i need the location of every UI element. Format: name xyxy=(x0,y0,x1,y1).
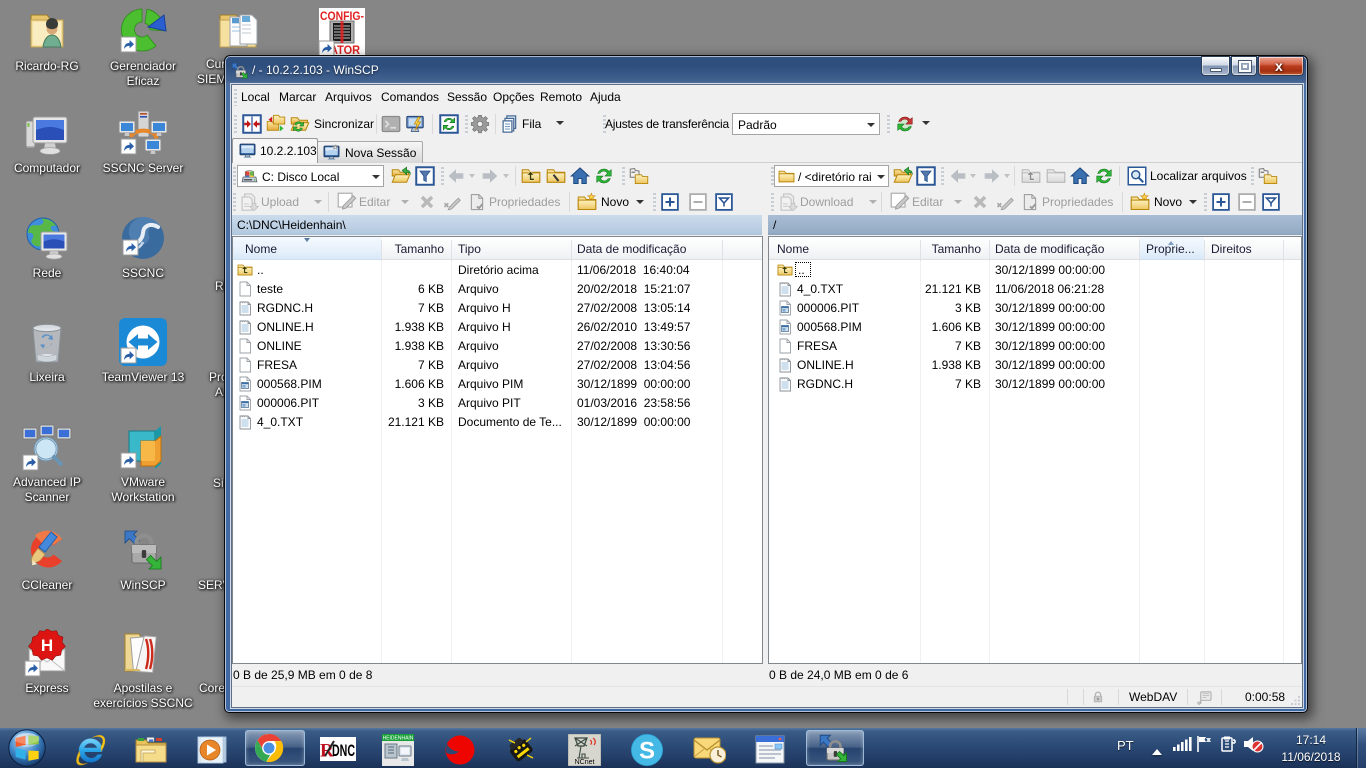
svg-text:NCnet: NCnet xyxy=(575,759,595,766)
svg-text:H: H xyxy=(41,636,53,655)
svg-text:HEIDENHAIN: HEIDENHAIN xyxy=(383,736,414,742)
svg-text:S: S xyxy=(639,738,655,765)
svg-text:DNC: DNC xyxy=(332,741,355,760)
